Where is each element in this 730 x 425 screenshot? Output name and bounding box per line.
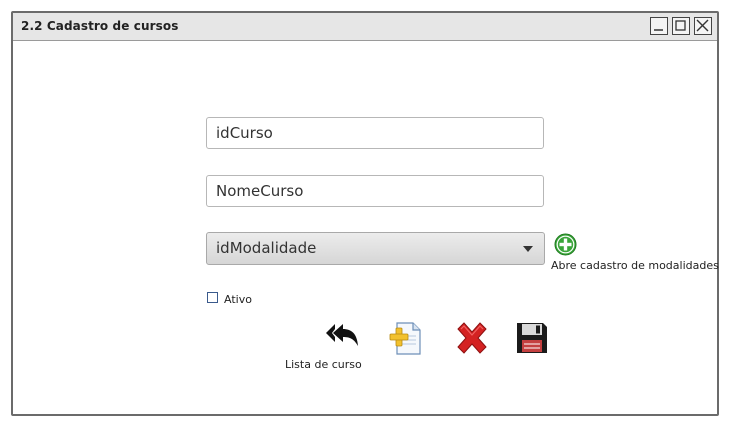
window-titlebar[interactable]: 2.2 Cadastro de cursos bbox=[13, 13, 717, 41]
modalidade-select[interactable]: idModalidade bbox=[206, 232, 545, 265]
nome-curso-input[interactable]: NomeCurso bbox=[206, 175, 544, 207]
delete-course-button[interactable] bbox=[454, 320, 490, 356]
delete-x-icon bbox=[457, 322, 487, 354]
maximize-icon bbox=[675, 20, 686, 31]
back-to-list-button[interactable] bbox=[324, 320, 360, 356]
chevron-down-icon bbox=[523, 246, 533, 252]
add-modalidade-button[interactable] bbox=[554, 233, 577, 256]
floppy-disk-icon bbox=[517, 323, 547, 353]
maximize-button[interactable] bbox=[672, 17, 690, 35]
minimize-button[interactable] bbox=[650, 17, 668, 35]
reply-all-icon bbox=[326, 324, 358, 346]
course-registration-window: 2.2 Cadastro de cursos idCurso NomeCurso… bbox=[11, 11, 719, 416]
ativo-label[interactable]: Ativo bbox=[224, 293, 252, 306]
close-icon bbox=[696, 19, 709, 32]
modalidade-select-value: idModalidade bbox=[216, 239, 317, 257]
ativo-checkbox[interactable] bbox=[207, 292, 218, 303]
add-modalidade-label: Abre cadastro de modalidades bbox=[551, 259, 719, 272]
id-curso-input[interactable]: idCurso bbox=[206, 117, 544, 149]
close-button[interactable] bbox=[694, 17, 712, 35]
minimize-icon bbox=[654, 29, 663, 31]
back-to-list-label: Lista de curso bbox=[285, 358, 362, 371]
window-title: 2.2 Cadastro de cursos bbox=[21, 19, 179, 33]
new-course-button[interactable] bbox=[389, 320, 425, 356]
save-course-button[interactable] bbox=[514, 320, 550, 356]
new-document-icon bbox=[389, 322, 421, 355]
